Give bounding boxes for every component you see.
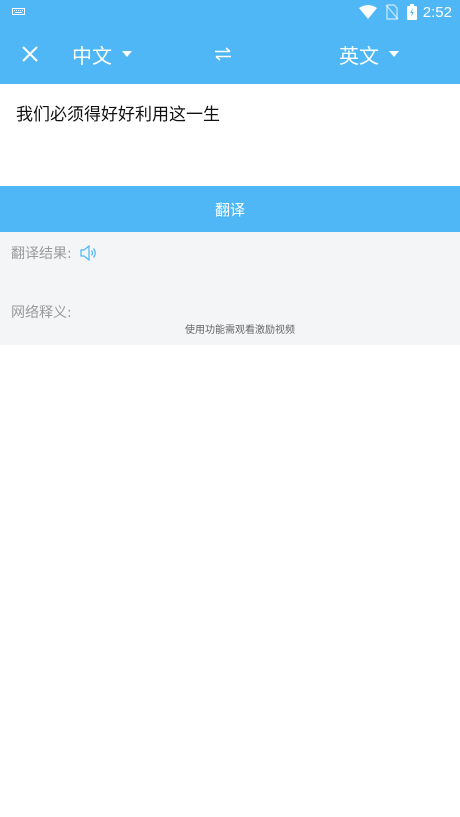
close-button[interactable] <box>16 40 44 68</box>
caret-down-icon <box>389 51 399 57</box>
status-icons: 2:52 <box>358 2 452 22</box>
result-header: 翻译结果: <box>11 243 98 263</box>
result-panel: 翻译结果: 网络释义: 使用功能需观看激励视频 <box>0 232 460 345</box>
web-definition-label: 网络释义: <box>11 305 72 321</box>
translate-button[interactable]: 翻译 <box>0 186 460 232</box>
top-toolbar: 中文 英文 <box>0 24 460 84</box>
speaker-icon <box>80 245 96 261</box>
speaker-button[interactable] <box>80 245 98 261</box>
status-time: 2:52 <box>422 3 452 21</box>
target-language-label: 英文 <box>339 43 379 68</box>
translate-button-label: 翻译 <box>214 200 245 219</box>
close-icon <box>22 46 38 62</box>
battery-charging-icon <box>406 4 417 20</box>
source-text-input[interactable]: 我们必须得好好利用这一生 <box>0 84 460 186</box>
caret-down-icon <box>122 51 132 57</box>
swap-languages-button[interactable] <box>210 42 236 66</box>
swap-icon <box>215 47 231 61</box>
source-language-label: 中文 <box>72 43 112 68</box>
target-language-selector[interactable]: 英文 <box>339 38 399 70</box>
wifi-icon <box>358 5 377 19</box>
source-text[interactable]: 我们必须得好好利用这一生 <box>16 100 220 125</box>
video-hint-text: 使用功能需观看激励视频 <box>185 325 295 336</box>
status-bar: 2:52 <box>0 0 460 24</box>
keyboard-icon <box>12 8 25 15</box>
no-sim-icon <box>385 4 399 20</box>
source-language-selector[interactable]: 中文 <box>72 38 132 70</box>
result-label: 翻译结果: <box>11 246 72 262</box>
